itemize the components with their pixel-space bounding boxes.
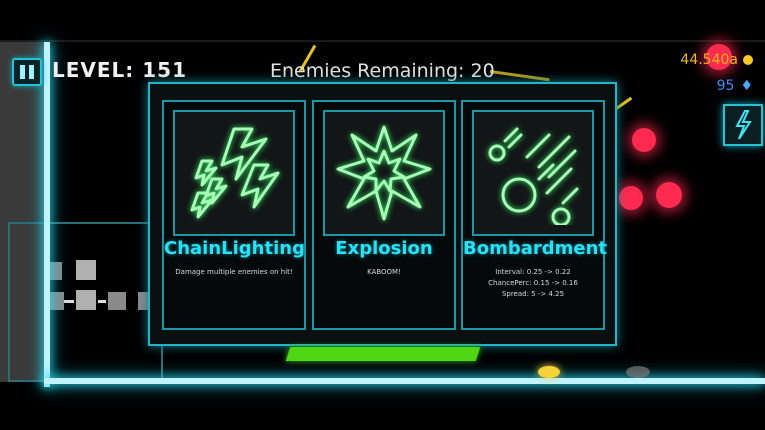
upgrade-stat-line: ChancePerc: 0.15 -> 0.16 [488, 279, 578, 287]
upgrade-stat-line: Interval: 0.25 -> 0.22 [495, 268, 571, 276]
chain-lightning-icon-frame [173, 110, 295, 236]
lightning-icon [735, 110, 752, 140]
level-indicator: LEVEL: 151 [52, 58, 187, 82]
upgrade-stats: Interval: 0.25 -> 0.22 ChancePerc: 0.15 … [469, 267, 597, 300]
maze-link [98, 300, 106, 303]
upgrade-card-chain-lighting[interactable]: ChainLighting Damage multiple enemies on… [162, 100, 306, 330]
enemies-remaining: Enemies Remaining: 20 [270, 60, 495, 82]
maze-link [64, 300, 74, 303]
gem-counter: 95 ♦ [717, 78, 753, 94]
upgrade-title: Bombardment [463, 238, 608, 259]
upgrade-card-explosion[interactable]: Explosion KABOOM! [312, 100, 456, 330]
upgrade-stat-line: Spread: 5 -> 4.25 [501, 290, 565, 298]
enemy [656, 182, 682, 208]
upgrade-card-bombardment[interactable]: Bombardment Interval: 0.25 -> 0.22 Chanc… [461, 100, 608, 330]
debris-spark [626, 366, 650, 378]
enemy [632, 128, 656, 152]
gold-counter: 44.540a [680, 52, 753, 68]
gem-icon: ♦ [740, 78, 753, 94]
upgrade-description: Damage multiple enemies on hit! [175, 268, 293, 276]
enemy [619, 186, 643, 210]
chain-lightning-icon [190, 127, 280, 219]
gem-amount: 95 [716, 78, 735, 94]
bombardment-icon [488, 127, 579, 225]
upgrade-selection-modal: ChainLighting Damage multiple enemies on… [148, 82, 617, 346]
wave-progress-bar [285, 347, 481, 361]
upgrade-title: ChainLighting [164, 238, 305, 259]
maze-block [76, 260, 96, 280]
maze-panel [8, 222, 163, 382]
left-neon-wall [44, 42, 50, 387]
gold-amount: 44.540a [680, 52, 738, 68]
explosion-spark [538, 366, 560, 378]
pause-bar [29, 65, 34, 79]
lightning-ability-button[interactable] [723, 104, 763, 146]
bombardment-icon-frame [472, 110, 594, 236]
pause-button[interactable] [12, 58, 42, 86]
floor-neon-line [44, 378, 765, 384]
upgrade-title: Explosion [335, 238, 433, 259]
explosion-icon [336, 125, 432, 221]
projectile-trail [489, 70, 550, 82]
gold-coin-icon [743, 55, 753, 65]
explosion-icon-frame [323, 110, 445, 236]
maze-block [76, 290, 96, 310]
upgrade-description: KABOOM! [367, 268, 401, 276]
top-bar [0, 40, 765, 42]
maze-block [108, 292, 126, 310]
pause-bar [20, 65, 25, 79]
